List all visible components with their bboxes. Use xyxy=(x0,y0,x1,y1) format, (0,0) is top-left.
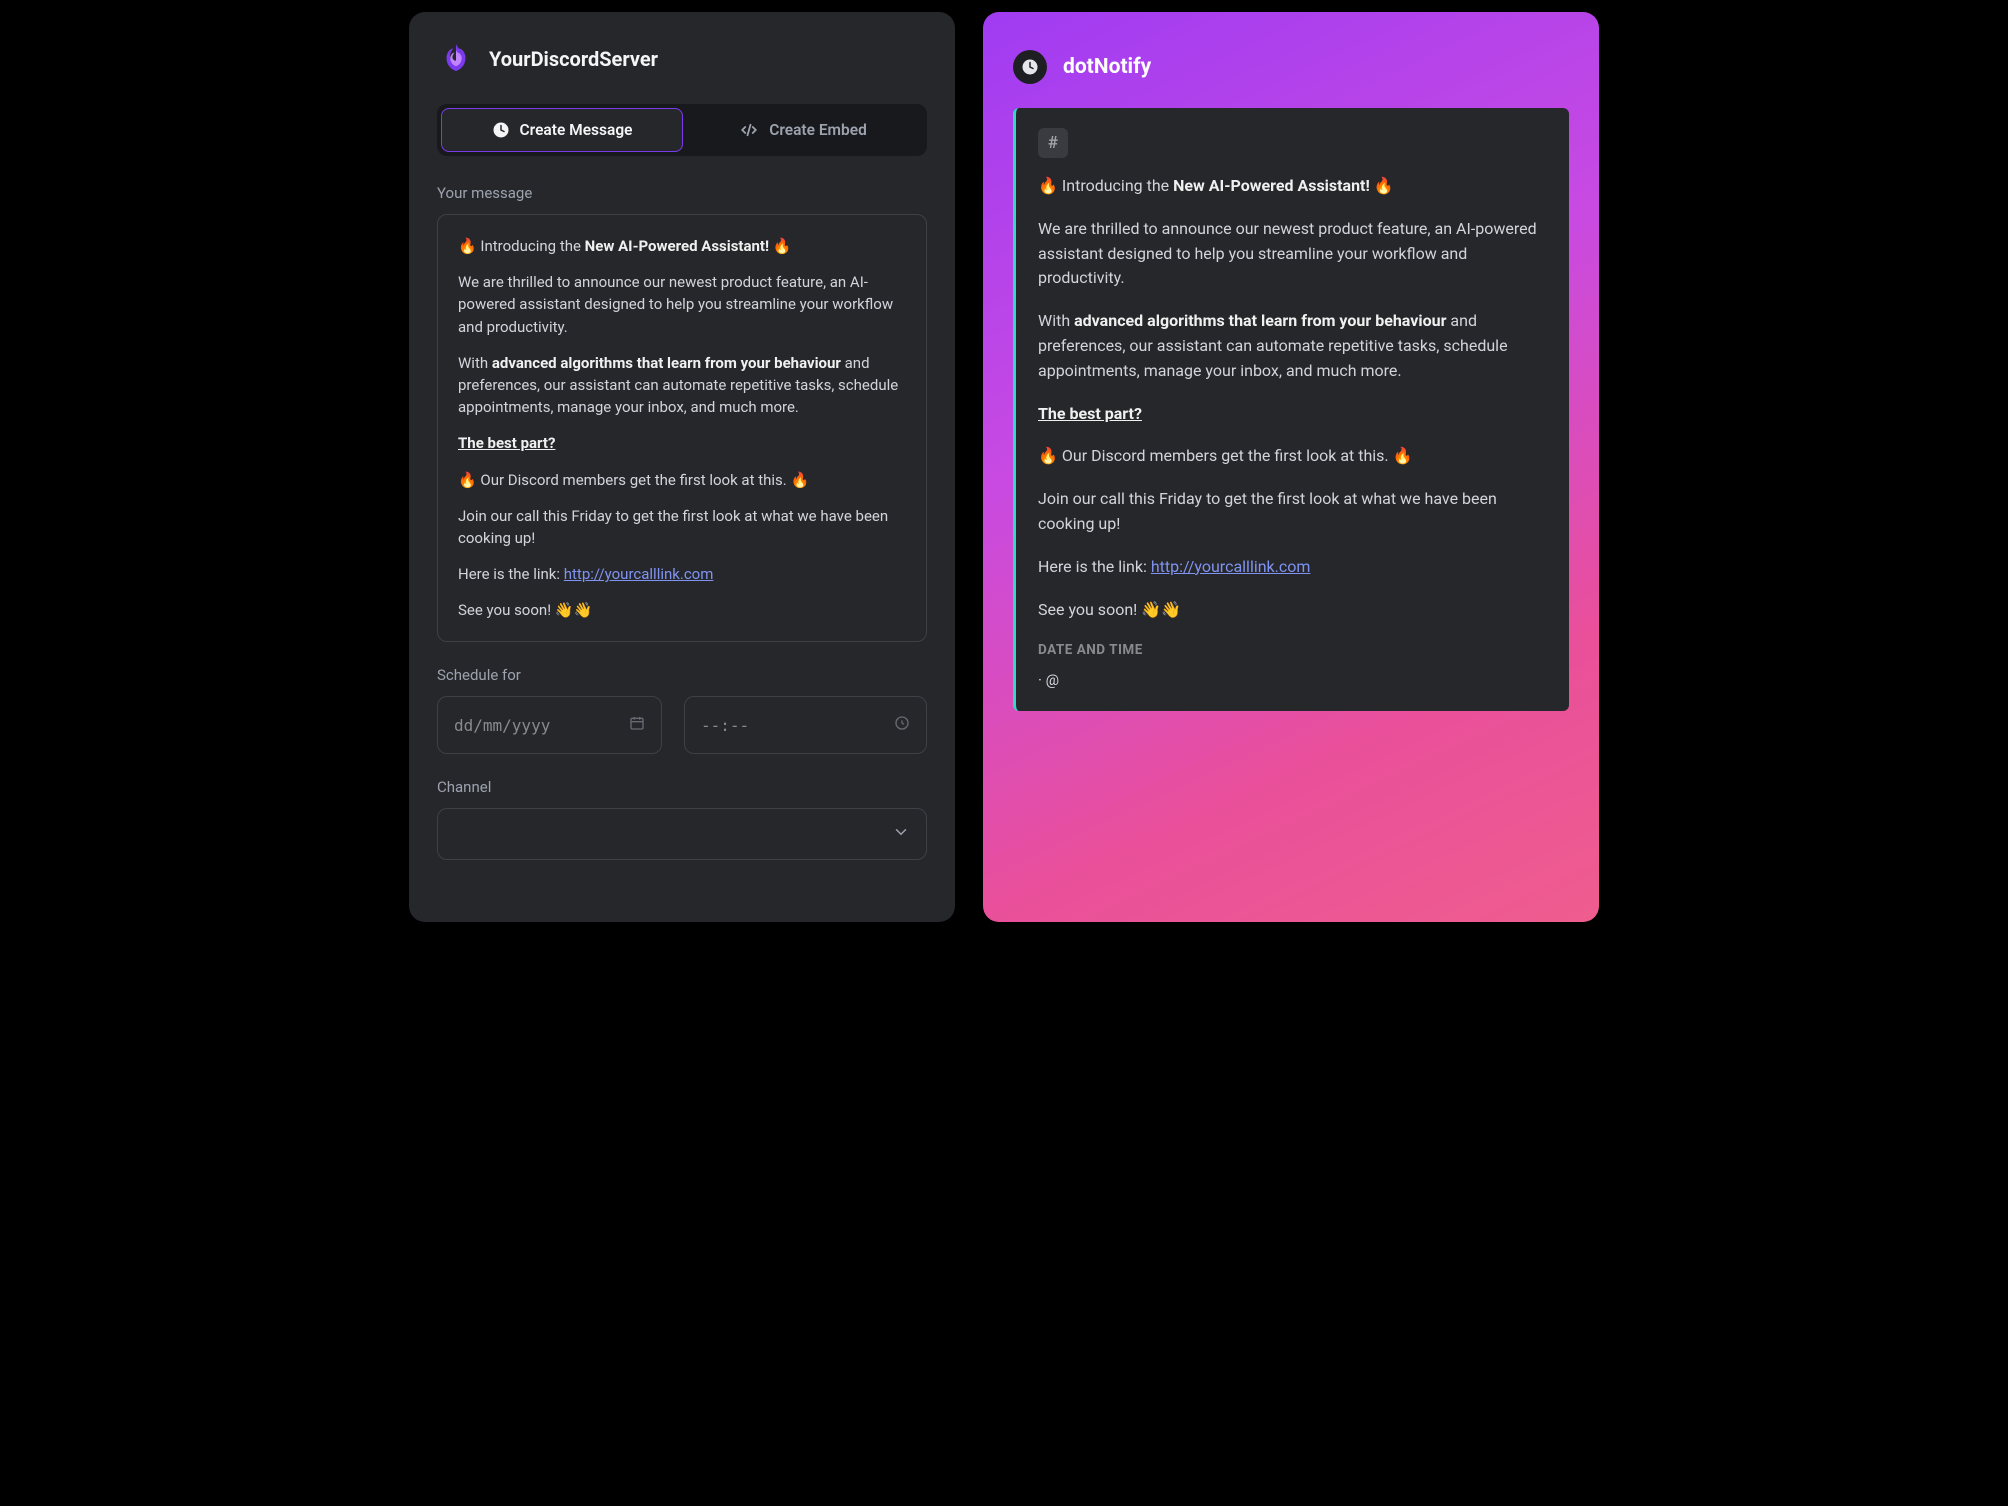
msg-text: We are thrilled to announce our newest p… xyxy=(458,271,906,338)
msg-text: 🔥 Our Discord members get the first look… xyxy=(458,469,906,491)
preview-text: Join our call this Friday to get the fir… xyxy=(1038,487,1547,537)
date-time-value: · @ xyxy=(1038,669,1547,692)
preview-text: 🔥 Our Discord members get the first look… xyxy=(1038,444,1547,469)
preview-text: We are thrilled to announce our newest p… xyxy=(1038,217,1547,291)
preview-bold: New AI-Powered Assistant! xyxy=(1173,176,1370,195)
clock-icon xyxy=(492,121,510,139)
preview-body: 🔥 Introducing the New AI-Powered Assista… xyxy=(1038,174,1547,693)
fire-logo-icon xyxy=(437,40,475,78)
channel-label: Channel xyxy=(437,778,927,796)
your-message-label: Your message xyxy=(437,184,927,202)
server-header: YourDiscordServer xyxy=(437,40,927,78)
msg-bold: New AI-Powered Assistant! xyxy=(585,237,769,255)
preview-text: With xyxy=(1038,311,1074,330)
msg-bold: advanced algorithms that learn from your… xyxy=(492,354,841,372)
time-placeholder: --:-- xyxy=(701,716,749,735)
clock-outline-icon xyxy=(894,715,910,735)
preview-text: Here is the link: xyxy=(1038,557,1151,576)
msg-text: With xyxy=(458,354,492,372)
date-placeholder: dd/mm/yyyy xyxy=(454,716,550,735)
schedule-label: Schedule for xyxy=(437,666,927,684)
date-input[interactable]: dd/mm/yyyy xyxy=(437,696,662,754)
editor-panel: YourDiscordServer Create Message Create … xyxy=(409,12,955,922)
app-root: YourDiscordServer Create Message Create … xyxy=(409,12,1599,922)
preview-panel: dotNotify # 🔥 Introducing the New AI-Pow… xyxy=(983,12,1599,922)
bot-avatar xyxy=(1013,50,1047,84)
tab-create-embed[interactable]: Create Embed xyxy=(683,108,923,152)
msg-heading: The best part? xyxy=(458,434,555,452)
code-icon xyxy=(739,121,759,139)
preview-text: See you soon! 👋👋 xyxy=(1038,598,1547,623)
tab-label: Create Message xyxy=(520,121,633,139)
server-name: YourDiscordServer xyxy=(489,47,658,71)
msg-text: See you soon! 👋👋 xyxy=(458,599,906,621)
bot-name: dotNotify xyxy=(1063,55,1151,79)
chevron-down-icon xyxy=(892,823,910,845)
msg-text: 🔥 Introducing the xyxy=(458,237,585,255)
time-input[interactable]: --:-- xyxy=(684,696,927,754)
preview-text: 🔥 Introducing the xyxy=(1038,176,1173,195)
msg-text: Here is the link: xyxy=(458,565,564,583)
msg-link[interactable]: http://yourcalllink.com xyxy=(564,565,714,583)
preview-card: # 🔥 Introducing the New AI-Powered Assis… xyxy=(1013,108,1569,711)
tab-label: Create Embed xyxy=(769,121,867,139)
calendar-icon xyxy=(629,715,645,735)
preview-text: 🔥 xyxy=(1370,176,1394,195)
channel-select[interactable] xyxy=(437,808,927,860)
msg-text: 🔥 xyxy=(769,237,791,255)
preview-heading: The best part? xyxy=(1038,404,1142,423)
preview-link[interactable]: http://yourcalllink.com xyxy=(1151,557,1311,576)
msg-text: Join our call this Friday to get the fir… xyxy=(458,505,906,549)
date-time-label: DATE AND TIME xyxy=(1038,640,1547,661)
tab-create-message[interactable]: Create Message xyxy=(441,108,683,152)
message-textarea[interactable]: 🔥 Introducing the New AI-Powered Assista… xyxy=(437,214,927,642)
channel-hash-badge: # xyxy=(1038,128,1068,158)
editor-tabs: Create Message Create Embed xyxy=(437,104,927,156)
preview-bold: advanced algorithms that learn from your… xyxy=(1074,311,1446,330)
preview-header: dotNotify xyxy=(1013,50,1569,84)
schedule-row: dd/mm/yyyy --:-- xyxy=(437,696,927,754)
